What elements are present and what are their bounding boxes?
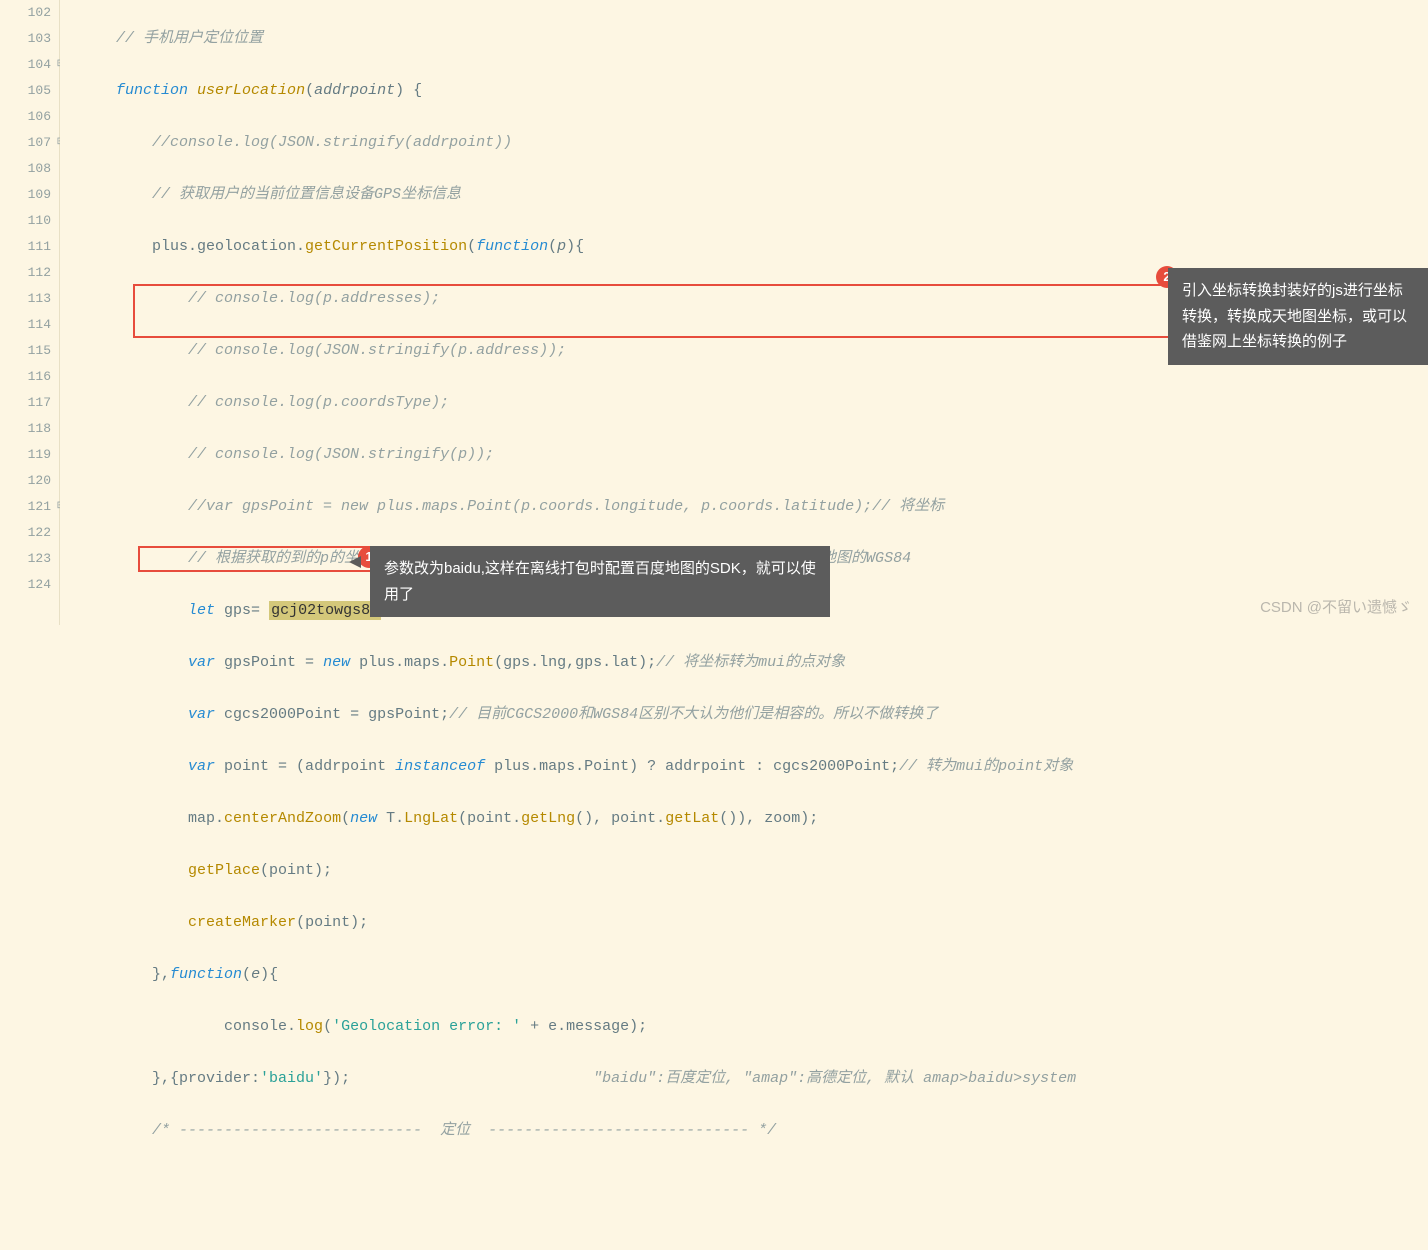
line-number: 110 <box>0 208 51 234</box>
line-number: 107⊟ <box>0 130 51 156</box>
watermark: CSDN @不留い遗憾ゞ <box>1260 596 1412 617</box>
line-number: 115 <box>0 338 51 364</box>
annotation-tooltip-1: 参数改为baidu,这样在离线打包时配置百度地图的SDK，就可以使用了 <box>370 546 830 617</box>
line-number: 121⊟ <box>0 494 51 520</box>
line-number: 112 <box>0 260 51 286</box>
line-number: 102 <box>0 0 51 26</box>
line-number: 117 <box>0 390 51 416</box>
highlighted-function: gcj02towgs84 <box>269 601 381 620</box>
line-number: 106 <box>0 104 51 130</box>
line-number: 103 <box>0 26 51 52</box>
line-number: 113 <box>0 286 51 312</box>
code-comment: // 手机用户定位位置 <box>116 30 263 47</box>
annotation-tooltip-2: 引入坐标转换封装好的js进行坐标转换，转换成天地图坐标，或可以借鉴网上坐标转换的… <box>1168 268 1428 365</box>
line-number: 111 <box>0 234 51 260</box>
line-number: 122 <box>0 520 51 546</box>
line-number: 118 <box>0 416 51 442</box>
line-number: 116 <box>0 364 51 390</box>
line-number: 114 <box>0 312 51 338</box>
line-number: 104⊟ <box>0 52 51 78</box>
line-number: 105 <box>0 78 51 104</box>
line-number: 109 <box>0 182 51 208</box>
line-number: 108 <box>0 156 51 182</box>
line-number: 119 <box>0 442 51 468</box>
line-number: 120 <box>0 468 51 494</box>
line-gutter: 102 103 104⊟ 105 106 107⊟ 108 109 110 11… <box>0 0 60 625</box>
line-number: 123 <box>0 546 51 572</box>
line-number: 124 <box>0 572 51 598</box>
annotation-arrow <box>349 556 361 568</box>
